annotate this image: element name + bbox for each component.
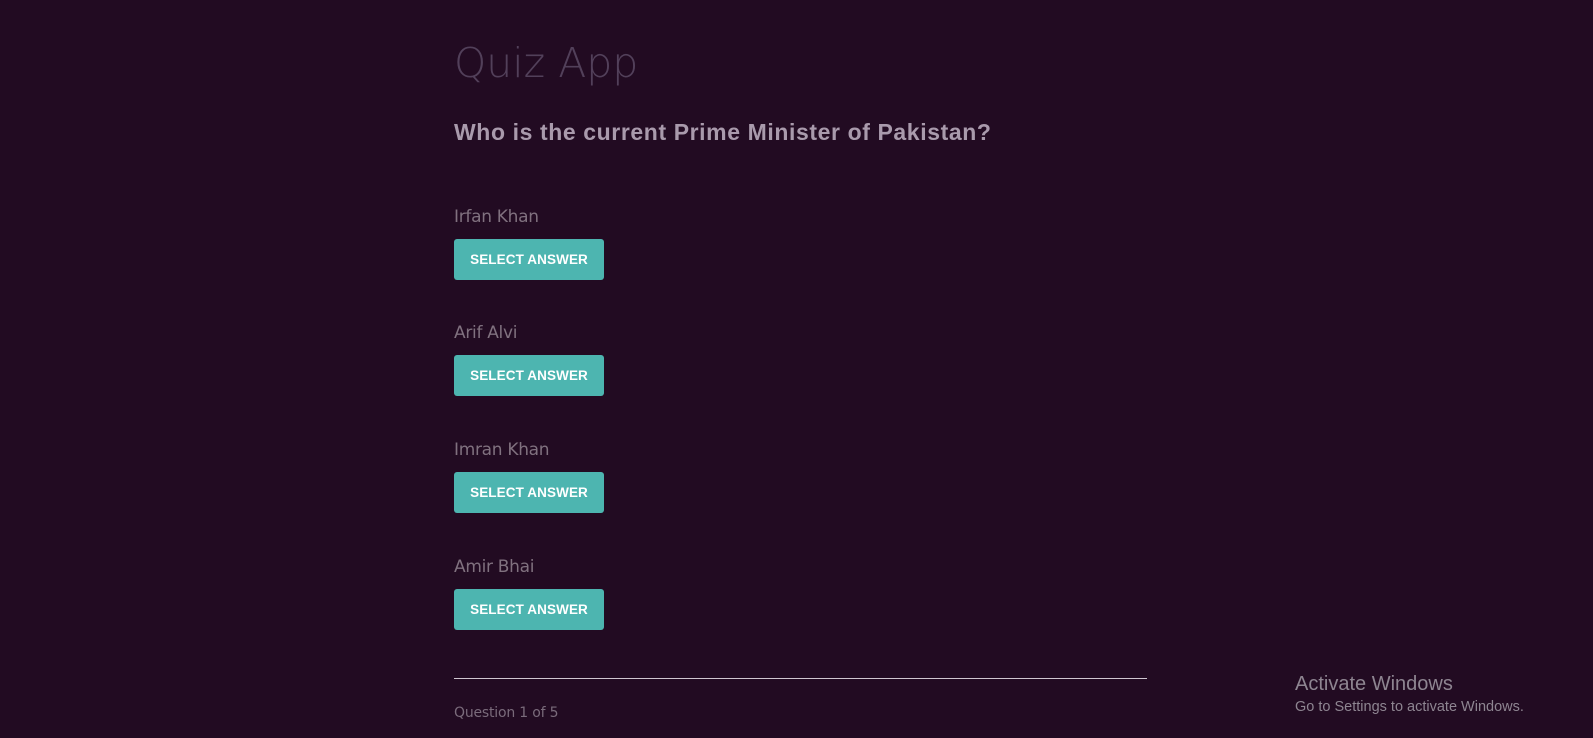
question-text: Who is the current Prime Minister of Pak… [454,119,992,145]
answer-option: Arif Alvi SELECT ANSWER [454,321,754,411]
watermark-subtitle: Go to Settings to activate Windows. [1295,699,1524,715]
answer-option: Amir Bhai SELECT ANSWER [454,555,754,645]
question-progress: Question 1 of 5 [454,705,559,721]
select-answer-button[interactable]: SELECT ANSWER [454,589,604,630]
activate-windows-watermark: Activate Windows Go to Settings to activ… [1295,671,1524,717]
answer-label: Arif Alvi [454,323,518,343]
watermark-title: Activate Windows [1295,673,1453,695]
answer-option: Imran Khan SELECT ANSWER [454,438,754,528]
answer-option: Irfan Khan SELECT ANSWER [454,205,754,295]
answer-label: Irfan Khan [454,207,539,227]
answer-label: Imran Khan [454,440,550,460]
answer-label: Amir Bhai [454,557,535,577]
select-answer-button[interactable]: SELECT ANSWER [454,239,604,280]
divider [454,678,1147,679]
select-answer-button[interactable]: SELECT ANSWER [454,355,604,396]
app-title: Quiz App [454,39,639,87]
select-answer-button[interactable]: SELECT ANSWER [454,472,604,513]
